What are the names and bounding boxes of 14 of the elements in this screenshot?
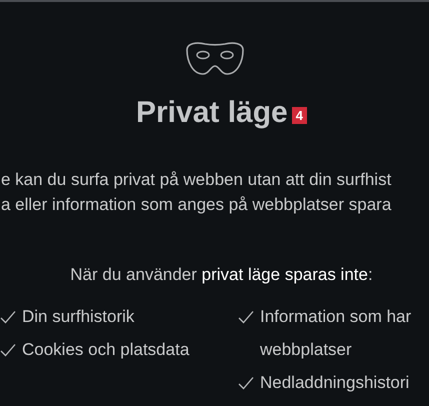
- page-title: Privat läge: [136, 96, 288, 130]
- list-item-text: webbplatser: [260, 339, 353, 361]
- check-icon: [238, 376, 254, 390]
- check-icon: [0, 310, 16, 324]
- description-line: a eller information som anges på webbplatser spara: [1, 195, 392, 215]
- description-line: e kan du surfa privat på webben utan att din surfhist: [1, 170, 392, 190]
- list-item-text: Din surfhistorik: [22, 306, 134, 328]
- list-item-text: Information som har: [260, 306, 412, 328]
- list-item-text: Nedladdningshistori: [260, 372, 410, 394]
- number-badge: 4: [292, 106, 307, 124]
- list-item-text: Cookies och platsdata: [22, 339, 190, 361]
- not-saved-heading: När du använder privat läge sparas inte:: [70, 265, 373, 285]
- check-icon: [0, 343, 16, 357]
- check-icon: [238, 310, 254, 324]
